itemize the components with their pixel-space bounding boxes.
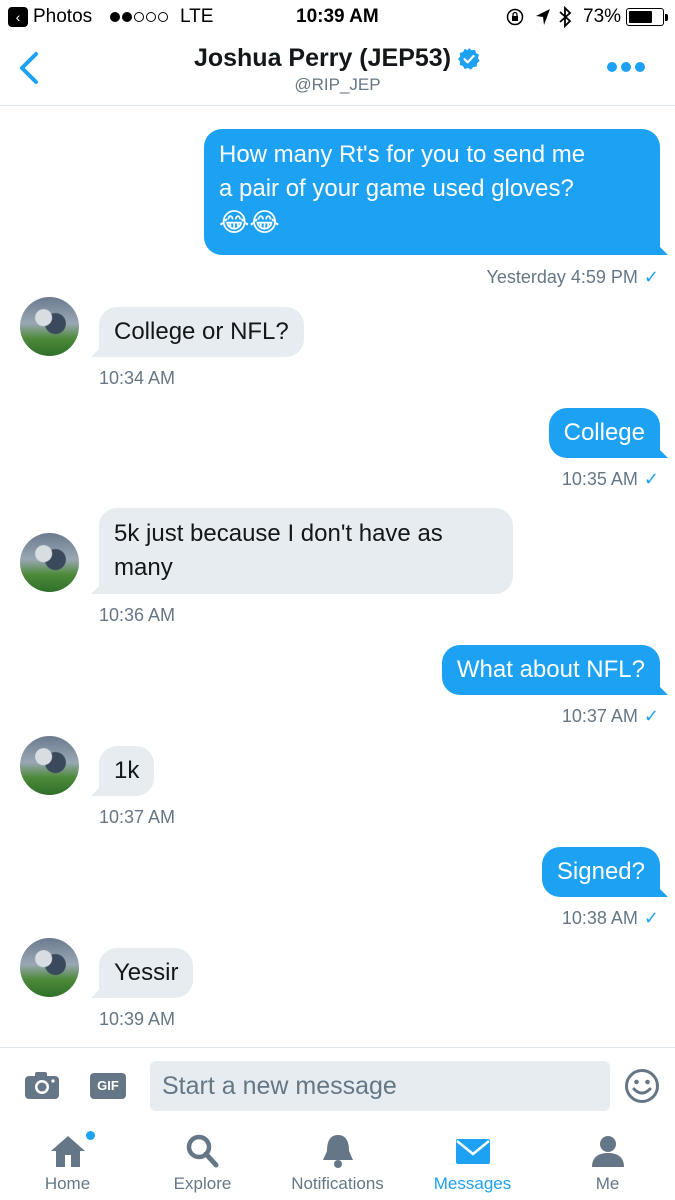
battery-percent: 73% — [583, 6, 622, 27]
contact-avatar[interactable] — [20, 533, 79, 592]
tab-label: Home — [44, 1174, 91, 1193]
bluetooth-icon — [559, 6, 572, 28]
status-bar: ‹ Photos LTE 10:39 AM 73% — [0, 0, 675, 34]
tab-label: Me — [595, 1174, 620, 1193]
clock: 10:39 AM — [296, 6, 379, 27]
message-timestamp: 10:36 AM — [99, 605, 176, 625]
back-app-label[interactable]: Photos — [33, 6, 92, 28]
message-composer: GIF — [0, 1047, 675, 1125]
contact-avatar[interactable] — [20, 938, 79, 997]
message-bubble-incoming[interactable]: 1k — [90, 746, 155, 796]
message-text-line: many — [114, 554, 173, 581]
back-to-app-icon[interactable]: ‹ — [8, 7, 28, 27]
search-icon — [186, 1134, 218, 1168]
message-bubble-outgoing[interactable]: Signed? — [541, 847, 669, 897]
message-timestamp: 10:37 AM ✓ — [561, 706, 659, 726]
contact-name: Joshua Perry (JEP53) — [193, 44, 452, 72]
tab-me[interactable]: Me — [540, 1125, 675, 1200]
tab-label: Explore — [173, 1174, 232, 1193]
verified-badge-icon — [458, 47, 480, 70]
new-message-input[interactable] — [150, 1061, 610, 1111]
person-icon — [591, 1136, 624, 1167]
message-text-line: How many Rt's for you to send me — [219, 141, 586, 168]
camera-icon[interactable] — [24, 1070, 60, 1100]
message-text-line: What about NFL? — [456, 656, 645, 683]
header-title-block[interactable]: Joshua Perry (JEP53) @RIP_JEP — [0, 44, 675, 95]
message-timestamp: 10:34 AM — [99, 368, 176, 388]
message-text-line: College or NFL? — [114, 318, 289, 345]
more-options-icon[interactable] — [607, 62, 645, 72]
dm-conversation-screen: ‹ Photos LTE 10:39 AM 73% Joshua Perry (… — [0, 0, 675, 1200]
tab-home[interactable]: Home — [0, 1125, 135, 1200]
tab-notifications[interactable]: Notifications — [270, 1125, 405, 1200]
contact-avatar[interactable] — [20, 297, 79, 356]
rotation-lock-icon — [506, 8, 524, 26]
gif-button[interactable]: GIF — [90, 1073, 126, 1099]
message-text-line: 1k — [114, 757, 140, 784]
message-bubble-outgoing[interactable]: College — [548, 408, 669, 458]
carrier-label: LTE — [180, 6, 214, 27]
read-check-icon: ✓ — [643, 908, 659, 928]
message-timestamp: 10:37 AM — [99, 807, 176, 827]
message-emoji-line: 😂😂 — [219, 208, 280, 238]
signal-strength-icon — [110, 12, 168, 22]
message-text-line: Yessir — [114, 959, 179, 986]
read-check-icon: ✓ — [643, 469, 659, 489]
message-text-line: Signed? — [556, 858, 645, 885]
conversation-header: Joshua Perry (JEP53) @RIP_JEP — [0, 34, 675, 106]
tab-messages[interactable]: Messages — [405, 1125, 540, 1200]
read-check-icon: ✓ — [643, 267, 659, 287]
message-timestamp: 10:38 AM ✓ — [561, 908, 659, 928]
battery-icon — [626, 8, 668, 26]
bottom-tab-bar: Home Explore Notifications Messages Me — [0, 1125, 675, 1200]
tab-label: Messages — [433, 1174, 512, 1193]
notification-dot — [86, 1131, 95, 1140]
tab-label: Notifications — [291, 1174, 384, 1193]
read-check-icon: ✓ — [643, 706, 659, 726]
message-bubble-outgoing[interactable]: How many Rt's for you to send me a pair … — [204, 129, 668, 255]
message-timestamp: Yesterday 4:59 PM ✓ — [486, 267, 659, 287]
home-icon — [50, 1136, 85, 1167]
contact-avatar[interactable] — [20, 736, 79, 795]
bell-icon — [322, 1135, 353, 1168]
envelope-icon — [455, 1139, 490, 1164]
message-timestamp: 10:35 AM ✓ — [561, 469, 659, 489]
message-text-line: 5k just because I don't have as — [114, 520, 443, 547]
message-bubble-incoming[interactable]: College or NFL? — [91, 307, 304, 357]
message-text-line: College — [563, 419, 645, 446]
message-bubble-incoming[interactable]: Yessir — [90, 948, 194, 998]
message-timestamp: 10:39 AM — [99, 1009, 176, 1029]
location-arrow-icon — [536, 9, 550, 25]
message-bubble-incoming[interactable]: 5k just because I don't have as many — [91, 508, 513, 594]
contact-handle: @RIP_JEP — [294, 75, 381, 94]
tab-explore[interactable]: Explore — [135, 1125, 270, 1200]
emoji-icon[interactable] — [624, 1068, 660, 1104]
message-text-line: a pair of your game used gloves? — [219, 175, 574, 202]
message-bubble-outgoing[interactable]: What about NFL? — [441, 645, 669, 695]
